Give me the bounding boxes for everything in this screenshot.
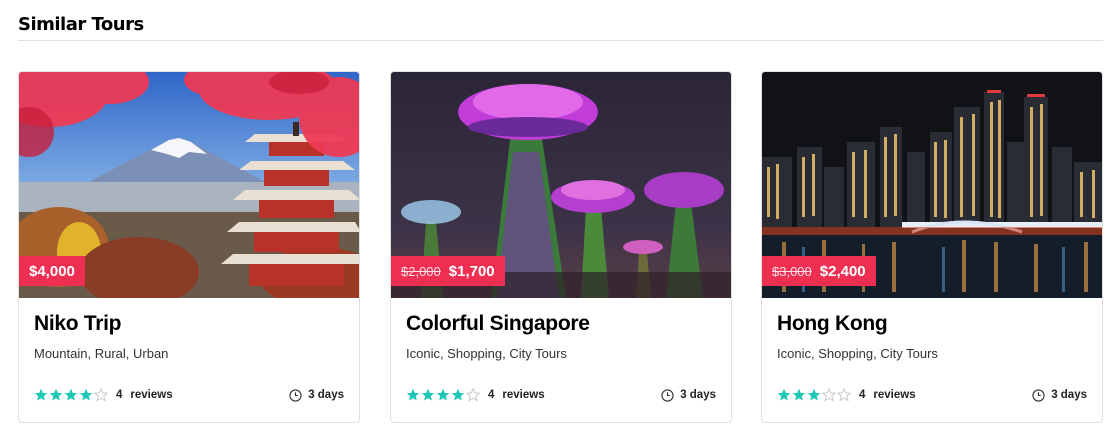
review-count: 4 xyxy=(859,389,866,401)
star-filled-icon xyxy=(34,388,48,401)
star-rating xyxy=(777,388,851,402)
section-divider xyxy=(18,40,1103,41)
duration-text: 3 days xyxy=(1051,389,1087,401)
duration: 3 days xyxy=(661,388,716,402)
price-current: $2,400 xyxy=(819,262,866,280)
star-rating xyxy=(34,388,108,402)
tour-title[interactable]: Hong Kong xyxy=(777,312,888,336)
review-count: 4 xyxy=(488,389,495,401)
price-original: $3,000 xyxy=(772,263,812,279)
clock-icon xyxy=(289,388,302,402)
tour-tags: Mountain, Rural, Urban xyxy=(34,346,169,361)
star-empty-icon xyxy=(466,388,480,402)
price-current: $4,000 xyxy=(29,262,75,280)
star-filled-icon xyxy=(79,388,93,401)
tour-card[interactable]: $3,000 $2,400 Hong Kong Iconic, Shopping… xyxy=(761,71,1103,423)
duration: 3 days xyxy=(1032,388,1087,402)
tour-cards: $4,000 Niko Trip Mountain, Rural, Urban … xyxy=(18,71,1104,423)
tour-title[interactable]: Colorful Singapore xyxy=(406,312,590,336)
price-badge: $2,000 $1,700 xyxy=(391,256,505,286)
clock-icon xyxy=(661,388,674,402)
star-empty-icon xyxy=(822,388,836,402)
tour-card[interactable]: $2,000 $1,700 Colorful Singapore Iconic,… xyxy=(390,71,732,423)
tour-image[interactable]: $2,000 $1,700 xyxy=(391,72,731,298)
tour-card[interactable]: $4,000 Niko Trip Mountain, Rural, Urban … xyxy=(18,71,360,423)
tour-image[interactable]: $4,000 xyxy=(19,72,359,298)
rating: 4 reviews xyxy=(34,388,173,402)
reviews-label: reviews xyxy=(130,389,173,401)
star-filled-icon xyxy=(436,388,450,401)
star-filled-icon xyxy=(451,388,465,401)
price-current: $1,700 xyxy=(448,262,495,280)
star-empty-icon xyxy=(837,388,851,402)
rating: 4 reviews xyxy=(777,388,916,402)
star-filled-icon xyxy=(49,388,63,401)
price-badge: $3,000 $2,400 xyxy=(762,256,876,286)
duration-text: 3 days xyxy=(680,389,716,401)
star-filled-icon xyxy=(64,388,78,401)
duration: 3 days xyxy=(289,388,344,402)
star-rating xyxy=(406,388,480,402)
tour-tags: Iconic, Shopping, City Tours xyxy=(777,346,938,361)
star-empty-icon xyxy=(94,388,108,402)
tour-meta: 4 reviews 3 days xyxy=(34,386,344,404)
tour-meta: 4 reviews 3 days xyxy=(777,386,1087,404)
tour-title[interactable]: Niko Trip xyxy=(34,312,121,336)
price-badge: $4,000 xyxy=(19,256,85,286)
star-filled-icon xyxy=(792,388,806,401)
section-title: Similar Tours xyxy=(18,14,144,35)
star-filled-icon xyxy=(421,388,435,401)
clock-icon xyxy=(1032,388,1045,402)
reviews-label: reviews xyxy=(502,389,545,401)
rating: 4 reviews xyxy=(406,388,545,402)
duration-text: 3 days xyxy=(308,389,344,401)
reviews-label: reviews xyxy=(873,389,916,401)
tour-image[interactable]: $3,000 $2,400 xyxy=(762,72,1102,298)
tour-tags: Iconic, Shopping, City Tours xyxy=(406,346,567,361)
review-count: 4 xyxy=(116,389,123,401)
star-filled-icon xyxy=(777,388,791,401)
tour-meta: 4 reviews 3 days xyxy=(406,386,716,404)
star-filled-icon xyxy=(406,388,420,401)
price-original: $2,000 xyxy=(401,263,441,279)
star-filled-icon xyxy=(807,388,821,401)
